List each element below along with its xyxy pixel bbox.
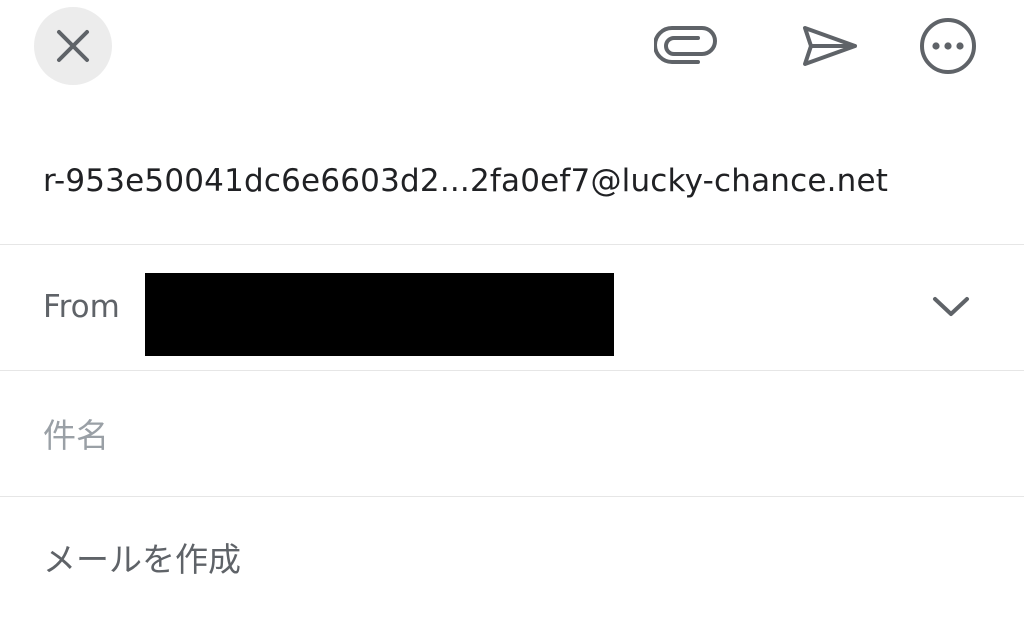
body-area	[0, 497, 1024, 638]
from-field-row: From	[0, 245, 1024, 371]
send-button[interactable]	[796, 12, 864, 80]
chevron-down-icon	[933, 297, 969, 316]
compose-toolbar	[0, 0, 1024, 100]
to-field-row[interactable]: r-953e50041dc6e6603d2...2fa0ef7@lucky-ch…	[0, 118, 1024, 245]
close-button[interactable]	[34, 7, 112, 85]
body-input[interactable]	[43, 533, 983, 623]
subject-input[interactable]	[43, 411, 943, 459]
more-options-icon	[920, 18, 976, 74]
recipient-address[interactable]: r-953e50041dc6e6603d2...2fa0ef7@lucky-ch…	[43, 163, 888, 199]
more-options-button[interactable]	[914, 12, 982, 80]
close-icon	[57, 30, 89, 62]
attach-button[interactable]	[652, 12, 720, 80]
send-icon	[803, 26, 857, 66]
from-label: From	[43, 289, 120, 325]
paperclip-icon	[654, 26, 717, 64]
redacted-sender-address	[145, 273, 614, 356]
subject-field-row	[0, 371, 1024, 497]
from-account-dropdown[interactable]	[928, 287, 974, 327]
